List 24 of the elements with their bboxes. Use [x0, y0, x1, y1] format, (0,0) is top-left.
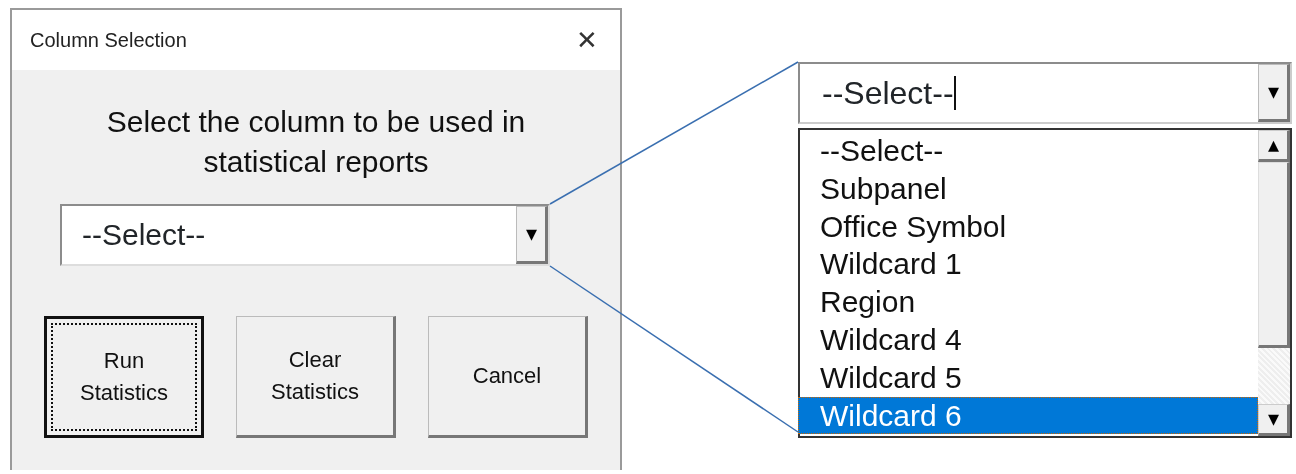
action-button[interactable]: Cancel — [428, 316, 588, 438]
dropdown-option[interactable]: Wildcard 1 — [798, 245, 1258, 284]
dropdown-arrow-button[interactable]: ▾ — [516, 206, 548, 264]
dropdown-option[interactable]: Subpanel — [798, 169, 1258, 208]
dropdown-option[interactable]: Region — [798, 283, 1258, 321]
dropdown-arrow-button[interactable]: ▾ — [1258, 64, 1290, 122]
scrollbar-thumb[interactable] — [1258, 162, 1290, 348]
action-button[interactable]: Run Statistics — [44, 316, 204, 438]
dropdown-option[interactable]: Office Symbol — [798, 207, 1258, 246]
scroll-down-button[interactable]: ▾ — [1258, 404, 1290, 436]
dropdown-value: --Select-- — [81, 217, 207, 253]
dropdown-option[interactable]: --Select-- — [798, 132, 1258, 170]
dropdown-option[interactable]: Wildcard 4 — [798, 321, 1258, 359]
column-dropdown[interactable]: --Select-- ▾ — [60, 204, 550, 266]
close-button[interactable]: ✕ — [572, 27, 602, 53]
dropdown-option[interactable]: Wildcard 6 — [798, 396, 1258, 435]
scroll-up-button[interactable]: ▴ — [1258, 130, 1290, 162]
window-title: Column Selection — [30, 28, 187, 53]
scrollbar[interactable]: ▴ ▾ — [1258, 130, 1290, 436]
action-button[interactable]: Clear Statistics — [236, 316, 396, 438]
dropdown-option[interactable]: Wildcard 5 — [798, 358, 1258, 397]
dropdown-value: --Select-- — [822, 75, 954, 111]
column-dropdown[interactable]: --Select-- ▾ — [798, 62, 1292, 124]
prompt-text: Select the column to be used in statistical reports — [105, 104, 527, 180]
